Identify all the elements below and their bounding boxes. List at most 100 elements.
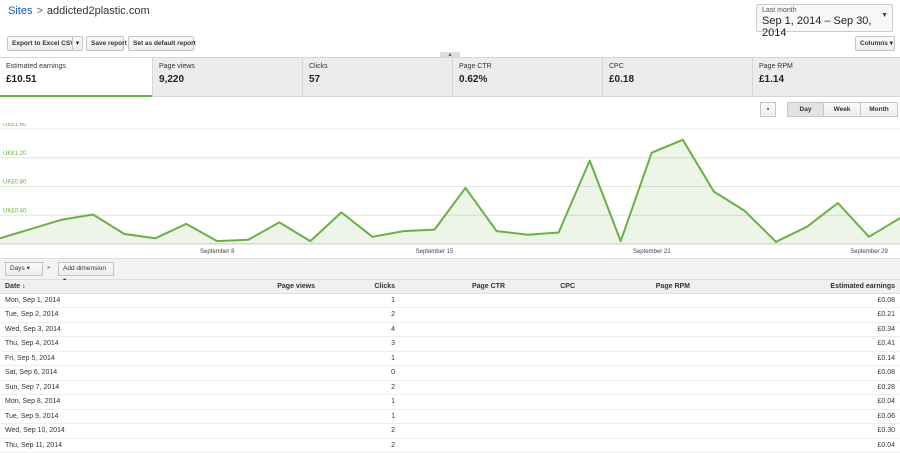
x-tick-label: September 8 [200,249,235,255]
date-range-picker[interactable]: Last month Sep 1, 2014 – Sep 30, 2014 ▼ [756,4,893,39]
report-table: Date ↓ Page views Clicks Page CTR CPC Pa… [0,280,900,453]
cell-clicks: 1 [320,351,400,366]
x-tick-label: September 15 [416,249,454,255]
save-report-button[interactable]: Save report [86,36,127,51]
cell-date: Wed, Sep 10, 2014 [0,423,200,439]
col-date[interactable]: Date ↓ [0,280,200,294]
cell-cpc [510,438,580,453]
export-dropdown-button[interactable]: ▾ [72,36,83,51]
chevron-down-icon: ▾ [75,40,80,47]
table-header-row: Date ↓ Page views Clicks Page CTR CPC Pa… [0,280,900,294]
cell-cpc [510,423,580,439]
cell-page-ctr [400,351,510,366]
cell-page-views [200,423,320,439]
scorecard-label: Page CTR [459,63,492,70]
table-row: Thu, Sep 4, 2014 3 £0.41 [0,336,900,352]
cell-page-ctr [400,423,510,439]
cell-page-views [200,351,320,366]
cell-clicks: 4 [320,322,400,337]
cell-date: Sun, Sep 7, 2014 [0,380,200,395]
cell-date: Sat, Sep 6, 2014 [0,365,200,381]
site-name: addicted2plastic.com [46,5,150,17]
cell-clicks: 2 [320,380,400,395]
cell-page-rpm [580,351,695,366]
cell-page-views [200,336,320,352]
earnings-chart: UK£0.40 UK£0.80 UK£1.20 UK£1.60 September 8 S… [0,123,900,255]
cell-cpc [510,322,580,337]
days-label: Days [10,265,25,272]
cell-clicks: 1 [320,394,400,410]
cell-page-rpm [580,438,695,453]
cell-date: Thu, Sep 11, 2014 [0,438,200,453]
month-button[interactable]: Month [860,102,898,117]
cell-date: Thu, Sep 4, 2014 [0,336,200,352]
table-row: Wed, Sep 10, 2014 2 £0.30 [0,423,900,439]
chevron-right-icon: » [47,265,51,271]
cell-cpc [510,365,580,381]
cell-page-rpm [580,380,695,395]
cell-estimated-earnings: £0.34 [695,322,900,337]
scorecard-label: Page views [159,63,195,70]
cell-estimated-earnings: £0.30 [695,423,900,439]
export-csv-button[interactable]: Export to Excel CSV [7,36,75,51]
columns-button[interactable]: Columns ▾ [855,36,895,51]
columns-label: Columns [860,40,888,47]
cell-estimated-earnings: £0.08 [695,293,900,308]
col-page-rpm[interactable]: Page RPM [580,280,695,294]
col-estimated-earnings[interactable]: Estimated earnings [695,280,900,294]
cell-page-ctr [400,365,510,381]
cell-cpc [510,307,580,323]
scorecard-value: 9,220 [159,74,185,85]
cell-clicks: 1 [320,293,400,308]
chevron-down-icon: ▾ [26,265,30,272]
col-clicks[interactable]: Clicks [320,280,400,294]
day-button[interactable]: Day [787,102,824,117]
y-tick-label: UK£1.20 [3,151,27,157]
add-dimension-label: Add dimension [63,265,106,272]
table-row: Tue, Sep 2, 2014 2 £0.21 [0,307,900,323]
days-dropdown[interactable]: Days ▾ [5,262,43,276]
add-dimension-dropdown[interactable]: Add dimension ▾ [58,262,114,284]
scorecard-page-ctr[interactable]: Page CTR 0.62% [452,58,602,97]
set-default-report-button[interactable]: Set as default report [128,36,196,51]
cell-estimated-earnings: £0.06 [695,409,900,424]
cell-cpc [510,409,580,424]
cell-date: Mon, Sep 1, 2014 [0,293,200,308]
scorecard-label: Clicks [309,63,328,70]
table-row: Tue, Sep 9, 2014 1 £0.06 [0,409,900,424]
table-row: Thu, Sep 11, 2014 2 £0.04 [0,438,900,453]
sites-link[interactable]: Sites [8,5,32,17]
scorecard-value: 0.62% [459,74,488,85]
col-page-views[interactable]: Page views [200,280,320,294]
cell-page-views [200,380,320,395]
table-row: Mon, Sep 1, 2014 1 £0.08 [0,293,900,308]
y-tick-label: UK£0.40 [3,208,27,214]
cell-page-views [200,365,320,381]
cell-estimated-earnings: £0.04 [695,394,900,410]
cell-page-ctr [400,409,510,424]
add-comment-button[interactable]: ▪ [760,102,776,117]
sort-icon: ↓ [22,282,26,290]
series-area [0,139,900,244]
scorecard-value: £10.51 [6,74,37,85]
cell-clicks: 3 [320,336,400,352]
cell-date: Mon, Sep 8, 2014 [0,394,200,410]
scorecard-page-rpm[interactable]: Page RPM £1.14 [752,58,900,97]
cell-page-ctr [400,336,510,352]
scorecard-label: Page RPM [759,63,793,70]
scorecard-value: £1.14 [759,74,785,85]
cell-cpc [510,293,580,308]
cell-clicks: 2 [320,438,400,453]
scorecard-page-views[interactable]: Page views 9,220 [152,58,302,97]
cell-estimated-earnings: £0.28 [695,380,900,395]
scorecard-estimated-earnings[interactable]: Estimated earnings £10.51 [0,58,152,97]
col-cpc[interactable]: CPC [510,280,580,294]
scorecard-clicks[interactable]: Clicks 57 [302,58,452,97]
table-row: Sun, Sep 7, 2014 2 £0.28 [0,380,900,395]
cell-page-ctr [400,394,510,410]
scorecard-cpc[interactable]: CPC £0.18 [602,58,752,97]
cell-page-views [200,394,320,410]
week-button[interactable]: Week [823,102,861,117]
col-page-ctr[interactable]: Page CTR [400,280,510,294]
scorecard-value: £0.18 [609,74,635,85]
